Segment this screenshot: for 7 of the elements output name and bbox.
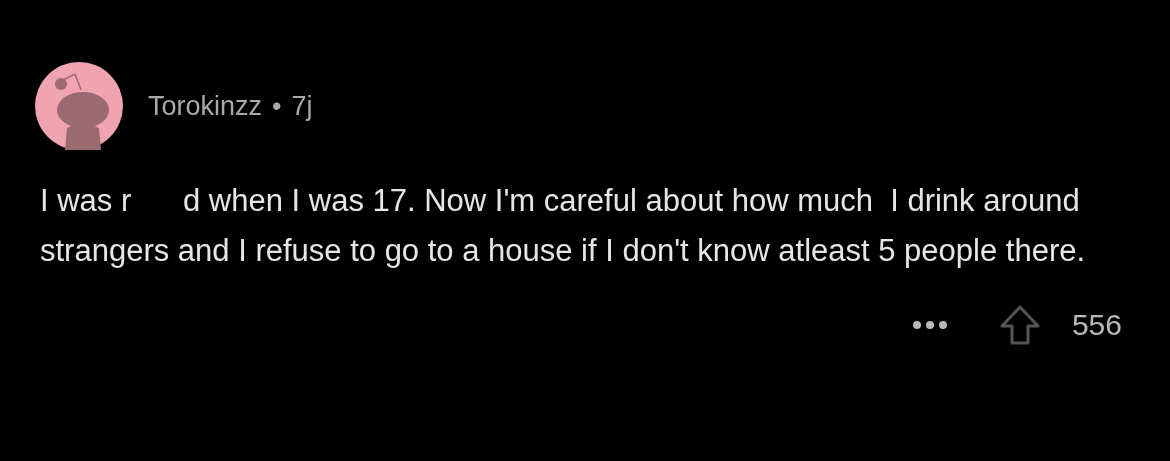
comment-age: 7j: [291, 90, 313, 122]
comment-text: I was r d when I was 17. Now I'm careful about how much I drink around strangers and I refuse to go to a house if I don't know atleast 5 people there.: [40, 182, 1087, 270]
separator-dot: •: [272, 90, 282, 122]
avatar-icon: [35, 62, 123, 150]
more-icon[interactable]: [911, 320, 948, 330]
vote-count: 556: [1071, 308, 1122, 342]
username[interactable]: Torokinzz: [148, 90, 263, 122]
